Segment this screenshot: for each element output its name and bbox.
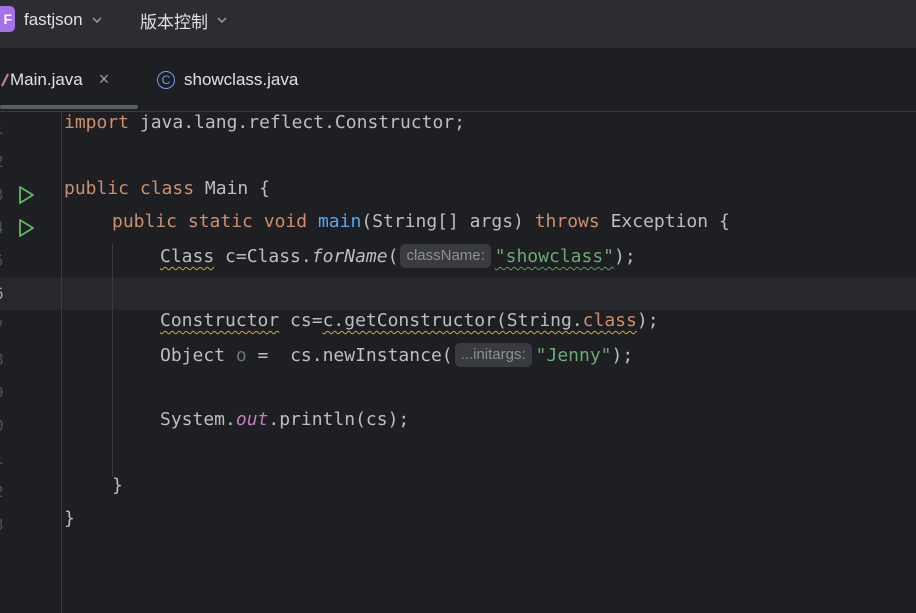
project-menu-button[interactable]: fastjson <box>24 8 103 32</box>
code-line-5: Class c=Class.forName(className: "showcla… <box>160 244 636 268</box>
code-text: = cs.newInstance( <box>246 345 453 366</box>
line-number: 7 <box>0 310 8 343</box>
code-text: Main { <box>194 178 270 199</box>
line-number: 9 <box>0 376 8 409</box>
code-line-1: import java.lang.reflect.Constructor; <box>64 112 465 133</box>
code-text: cs= <box>279 310 323 331</box>
project-name: fastjson <box>24 10 83 29</box>
line-number: 2 <box>0 475 8 508</box>
code-line-12: } <box>112 475 123 496</box>
code-text: ); <box>614 246 636 267</box>
method-call: forName <box>311 246 388 267</box>
tab-label: Main.java <box>10 69 83 89</box>
tab-showclass-java[interactable]: C showclass.java <box>157 48 298 111</box>
code-text: System. <box>160 409 236 430</box>
code-line-7: Constructor cs=c.getConstructor(String.c… <box>160 310 659 331</box>
tab-label: showclass.java <box>184 69 299 89</box>
run-play-icon[interactable] <box>16 185 36 205</box>
run-play-icon[interactable] <box>16 218 36 238</box>
line-number: 4 <box>0 211 8 244</box>
type-name: Constructor <box>160 310 280 331</box>
keyword: class <box>582 310 637 331</box>
line-number-current: 6 <box>0 277 8 310</box>
code-line-13: } <box>64 508 75 529</box>
code-text: ); <box>611 345 634 366</box>
code-editor[interactable]: 1 2 3 4 5 6 7 8 9 0 1 2 3 import java.la… <box>0 112 916 613</box>
keyword: public <box>64 178 130 199</box>
method-name: main <box>317 211 362 232</box>
line-number: 0 <box>0 409 8 442</box>
code-line-4: public static void main(String[] args) t… <box>112 211 730 232</box>
line-number: 1 <box>0 112 8 145</box>
project-badge[interactable]: F <box>0 6 15 32</box>
line-number: 1 <box>0 442 8 475</box>
indent-guide <box>112 244 113 476</box>
type-name: Object <box>160 345 226 366</box>
code-text: Exception { <box>599 211 730 232</box>
code-line-10: System.out.println(cs); <box>160 409 409 430</box>
line-number: 3 <box>0 508 8 541</box>
code-text: c=Class. <box>214 246 312 267</box>
keyword: import <box>64 112 130 133</box>
keyword: void <box>263 211 308 232</box>
active-tab-indicator <box>0 105 138 109</box>
line-number: 8 <box>0 343 8 376</box>
code-line-3: public class Main { <box>64 178 270 199</box>
title-bar: F fastjson 版本控制 <box>0 0 916 48</box>
string-literal: "showclass" <box>494 246 615 267</box>
code-text: java.lang.reflect.Constructor; <box>129 112 465 133</box>
java-file-icon <box>1 73 9 86</box>
keyword: class <box>139 178 195 199</box>
code-text: .println(cs); <box>268 409 410 430</box>
line-number: 5 <box>0 244 8 277</box>
line-number: 3 <box>0 178 8 211</box>
parameter-hint: className: <box>400 244 491 268</box>
line-number: 2 <box>0 145 8 178</box>
type-name: Class <box>160 246 215 267</box>
class-icon: C <box>157 70 175 89</box>
keyword: public <box>112 211 178 232</box>
code-text: ); <box>636 310 659 331</box>
static-field: out <box>235 409 269 430</box>
code-text: ( <box>387 246 399 267</box>
chevron-down-icon <box>217 17 227 24</box>
parameter-hint: ...initargs: <box>454 343 532 367</box>
current-line-highlight <box>0 277 916 310</box>
vcs-menu-label: 版本控制 <box>140 12 208 32</box>
keyword: static <box>187 211 253 232</box>
unused-variable: o <box>235 345 247 366</box>
string-literal: "Jenny" <box>535 345 612 366</box>
keyword: throws <box>534 211 600 232</box>
vcs-menu-button[interactable]: 版本控制 <box>140 8 228 32</box>
code-text: (String[] args) <box>361 211 535 232</box>
chevron-down-icon <box>92 17 102 24</box>
gutter-divider <box>61 112 62 613</box>
code-line-8: Object o = cs.newInstance(...initargs: "J… <box>160 343 633 367</box>
close-icon[interactable]: × <box>99 69 110 90</box>
editor-tab-bar: Main.java × C showclass.java <box>0 48 916 112</box>
tab-main-java[interactable]: Main.java × <box>0 48 109 111</box>
method-call: c.getConstructor(String. <box>322 310 583 331</box>
